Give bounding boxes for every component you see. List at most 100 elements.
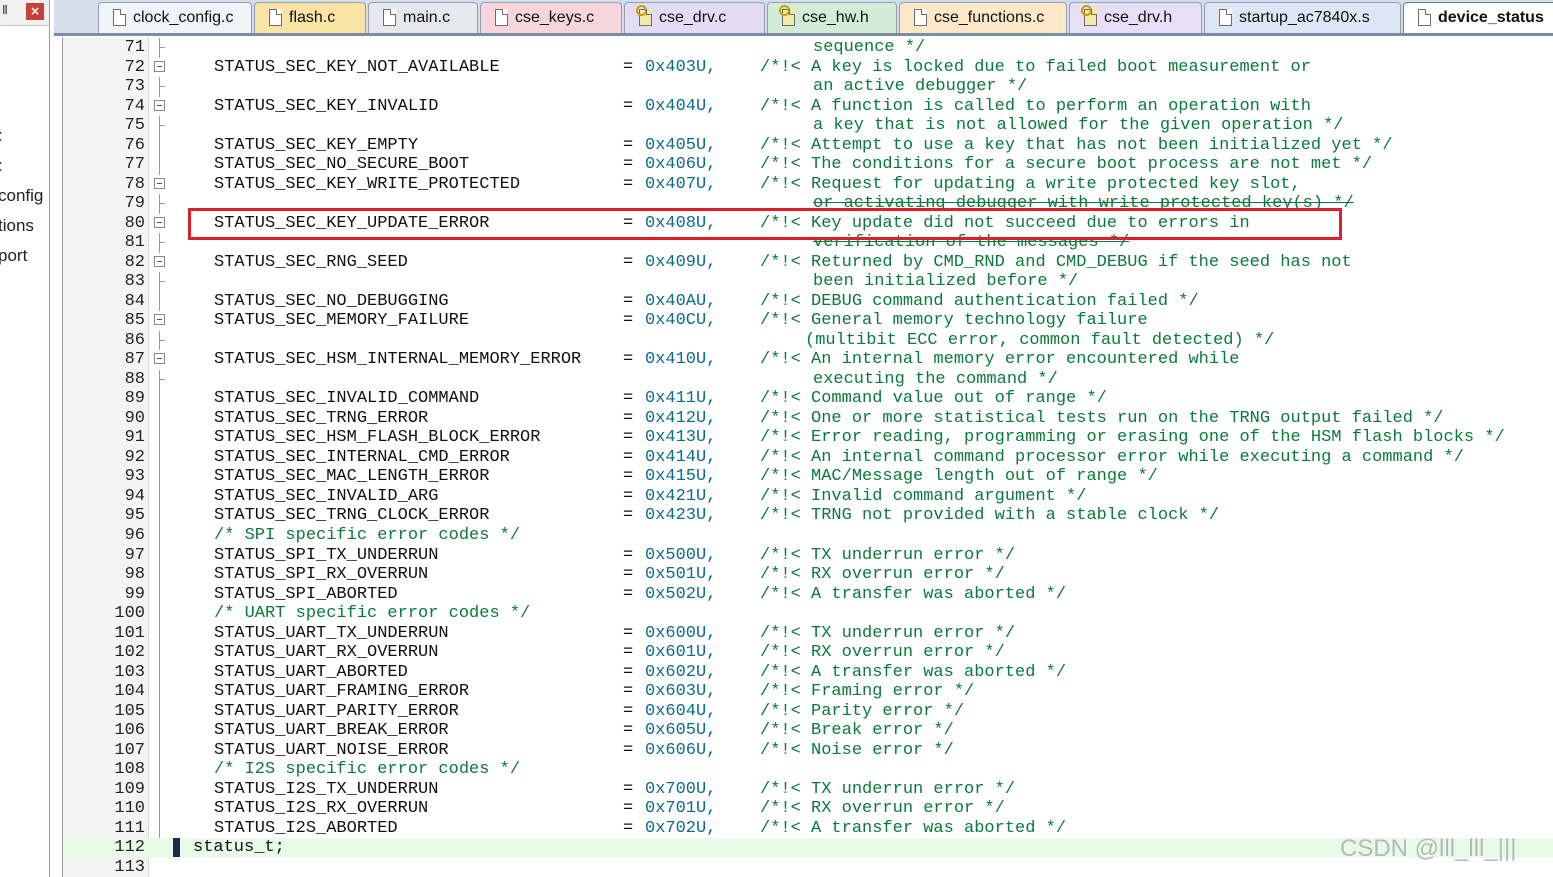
panel-item[interactable]: : <box>0 125 3 147</box>
panel-item-options[interactable]: tions <box>0 215 34 237</box>
code-line[interactable]: 73 an active debugger */ <box>63 77 1553 97</box>
code-line[interactable]: 86 (multibit ECC error, common fault dete… <box>63 330 1553 351</box>
enum-value: 0x40AU, <box>645 291 717 311</box>
code-line[interactable]: 99 STATUS_SPI_ABORTED = 0x502U, /*!< A trans… <box>63 584 1553 605</box>
enum-identifier: STATUS_UART_NOISE_ERROR <box>214 740 449 760</box>
text-cursor <box>173 838 180 857</box>
enum-value: 0x603U, <box>645 682 717 702</box>
line-number: 81 <box>124 233 145 253</box>
file-tab[interactable]: flash.c <box>254 2 366 33</box>
code-line[interactable]: 112 status_t; <box>63 838 1553 858</box>
code-line[interactable]: 101 STATUS_UART_TX_UNDERRUN = 0x600U, /*!< T… <box>63 623 1553 644</box>
enum-identifier: STATUS_SEC_MEMORY_FAILURE <box>214 311 470 331</box>
file-tab[interactable]: cse_keys.c <box>480 2 622 33</box>
assign-operator: = <box>623 96 634 116</box>
assign-operator: = <box>623 584 634 604</box>
code-line[interactable]: 111 STATUS_I2S_ABORTED = 0x702U, /*!< A tran… <box>63 818 1553 839</box>
code-line[interactable]: 98 STATUS_SPI_RX_OVERRUN = 0x501U, /*!< RX o… <box>63 565 1553 585</box>
code-line[interactable]: 78 STATUS_SEC_KEY_WRITE_PROTECTED = 0x407U,… <box>63 175 1553 195</box>
line-number: 95 <box>124 506 145 526</box>
doc-comment: /*!< Attempt to use a key that has not b… <box>760 135 1393 155</box>
line-number: 102 <box>114 643 145 663</box>
code-line[interactable]: 100 /* UART specific error codes */ <box>63 604 1553 624</box>
assign-operator: = <box>623 428 634 448</box>
code-line[interactable]: 108 /* I2S specific error codes */ <box>63 760 1553 780</box>
fold-toggle-icon[interactable] <box>154 255 165 267</box>
fold-toggle-icon[interactable] <box>154 353 165 365</box>
project-panel: Ⅱ × : : config tions port <box>0 0 50 877</box>
code-line[interactable]: 96 /* SPI specific error codes */ <box>63 526 1553 546</box>
file-tab[interactable]: cse_drv.h <box>1069 2 1202 33</box>
file-tab[interactable]: cse_drv.c <box>624 2 765 33</box>
section-comment: /* SPI specific error codes */ <box>214 526 521 545</box>
code-line[interactable]: 82 STATUS_SEC_RNG_SEED = 0x409U, /*!< Return… <box>63 253 1553 273</box>
panel-item[interactable]: : <box>0 155 3 177</box>
code-line[interactable]: 109 STATUS_I2S_TX_UNDERRUN = 0x700U, /*!< TX… <box>63 779 1553 800</box>
fold-guide <box>159 135 160 156</box>
code-line[interactable]: 77 STATUS_SEC_NO_SECURE_BOOT = 0x406U, /*!< … <box>63 155 1553 175</box>
enum-identifier: STATUS_SEC_RNG_SEED <box>214 252 408 272</box>
code-line[interactable]: 95 STATUS_SEC_TRNG_CLOCK_ERROR = 0x423U, /*!… <box>63 506 1553 526</box>
code-line[interactable]: 88 executing the command */ <box>63 369 1553 390</box>
close-icon[interactable]: × <box>26 3 44 20</box>
section-comment: /* UART specific error codes */ <box>214 604 531 624</box>
fold-toggle-icon[interactable] <box>154 99 165 111</box>
code-line-highlighted[interactable]: 80 STATUS_SEC_KEY_UPDATE_ERROR = 0x408U, /*!… <box>63 214 1553 234</box>
code-line[interactable]: 103 STATUS_UART_ABORTED = 0x602U, /*!< A tra… <box>63 662 1553 683</box>
code-line[interactable]: 110 STATUS_I2S_RX_OVERRUN = 0x701U, /*!< RX … <box>63 799 1553 819</box>
doc-comment: /*!< Error reading, programming or erasi… <box>760 428 1505 448</box>
code-line[interactable]: 90 STATUS_SEC_TRNG_ERROR = 0x412U, /*!< One … <box>63 408 1553 429</box>
assign-operator: = <box>623 252 634 272</box>
code-line[interactable]: 89 STATUS_SEC_INVALID_COMMAND = 0x411U, /*!<… <box>63 389 1553 409</box>
file-tab[interactable]: cse_hw.h <box>767 2 897 33</box>
code-line[interactable]: 94 STATUS_SEC_INVALID_ARG = 0x421U, /*!< Inv… <box>63 486 1553 507</box>
code-line[interactable]: 83 been initialized before */ <box>63 272 1553 292</box>
pin-icon[interactable]: Ⅱ <box>2 3 16 17</box>
code-line[interactable]: 84 STATUS_SEC_NO_DEBUGGING = 0x40AU, /*!< DE… <box>63 291 1553 312</box>
enum-identifier: STATUS_SEC_KEY_INVALID <box>214 96 439 116</box>
doc-comment: /*!< One or more statistical tests run o… <box>760 408 1444 428</box>
code-line[interactable]: 79 or activating debugger with write prot… <box>63 194 1553 214</box>
code-line[interactable]: 104 STATUS_UART_FRAMING_ERROR = 0x603U, /*!<… <box>63 682 1553 702</box>
code-line[interactable]: 105 STATUS_UART_PARITY_ERROR = 0x604U, /*!< … <box>63 701 1553 722</box>
code-line[interactable]: 74 STATUS_SEC_KEY_INVALID = 0x404U, /*!< A f… <box>63 97 1553 117</box>
panel-item-config[interactable]: config <box>0 185 43 207</box>
code-line[interactable]: 91 STATUS_SEC_HSM_FLASH_BLOCK_ERROR = 0x413… <box>63 428 1553 448</box>
enum-value: 0x412U, <box>645 408 717 428</box>
fold-toggle-icon[interactable] <box>154 314 165 326</box>
line-number: 113 <box>114 857 145 877</box>
enum-identifier: STATUS_SPI_ABORTED <box>214 584 398 604</box>
fold-toggle-icon[interactable] <box>154 216 165 228</box>
assign-operator: = <box>623 623 634 643</box>
enum-identifier: STATUS_SEC_KEY_UPDATE_ERROR <box>214 213 490 233</box>
code-line[interactable]: 107 STATUS_UART_NOISE_ERROR = 0x606U, /*!< N… <box>63 740 1553 761</box>
fold-toggle-icon[interactable] <box>154 177 165 189</box>
file-tab-label: cse_drv.c <box>659 9 727 26</box>
fold-guide <box>159 740 160 761</box>
source-file-icon <box>383 9 396 26</box>
code-line[interactable]: 113 <box>63 858 1553 877</box>
code-line[interactable]: 106 STATUS_UART_BREAK_ERROR = 0x605U, /*!< B… <box>63 721 1553 741</box>
code-line[interactable]: 81 verification of the messages */ <box>63 233 1553 253</box>
file-tab[interactable]: startup_ac7840x.s <box>1204 2 1401 33</box>
code-line[interactable]: 76 STATUS_SEC_KEY_EMPTY = 0x405U, /*!< Attem… <box>63 135 1553 156</box>
code-line[interactable]: 102 STATUS_UART_RX_OVERRUN = 0x601U, /*!< RX… <box>63 643 1553 663</box>
fold-toggle-icon[interactable] <box>154 60 165 72</box>
code-line[interactable]: 71 sequence */ <box>63 38 1553 58</box>
code-line[interactable]: 93 STATUS_SEC_MAC_LENGTH_ERROR = 0x415U, /*!… <box>63 467 1553 487</box>
code-line[interactable]: 75 a key that is not allowed for the give… <box>63 116 1553 136</box>
code-line[interactable]: 72 STATUS_SEC_KEY_NOT_AVAILABLE = 0x403U, /*… <box>63 58 1553 78</box>
file-tab[interactable]: device_status <box>1403 2 1553 33</box>
enum-identifier: STATUS_SEC_KEY_WRITE_PROTECTED <box>214 174 521 194</box>
code-line[interactable]: 92 STATUS_SEC_INTERNAL_CMD_ERROR = 0x414U, /… <box>63 447 1553 468</box>
code-editor[interactable]: 71 sequence */ 72 STATUS_SEC_KEY_NOT_AVAILA… <box>62 37 1553 877</box>
fold-guide <box>159 428 160 448</box>
panel-item-support[interactable]: port <box>0 245 27 267</box>
file-tab[interactable]: main.c <box>368 2 478 33</box>
enum-value: 0x414U, <box>645 447 717 467</box>
file-tab[interactable]: cse_functions.c <box>899 2 1067 33</box>
code-line[interactable]: 85 STATUS_SEC_MEMORY_FAILURE = 0x40CU, /*!< … <box>63 311 1553 331</box>
code-line[interactable]: 87 STATUS_SEC_HSM_INTERNAL_MEMORY_ERROR = 0… <box>63 350 1553 370</box>
file-tab[interactable]: clock_config.c <box>98 2 252 33</box>
code-line[interactable]: 97 STATUS_SPI_TX_UNDERRUN = 0x500U, /*!< TX … <box>63 545 1553 566</box>
